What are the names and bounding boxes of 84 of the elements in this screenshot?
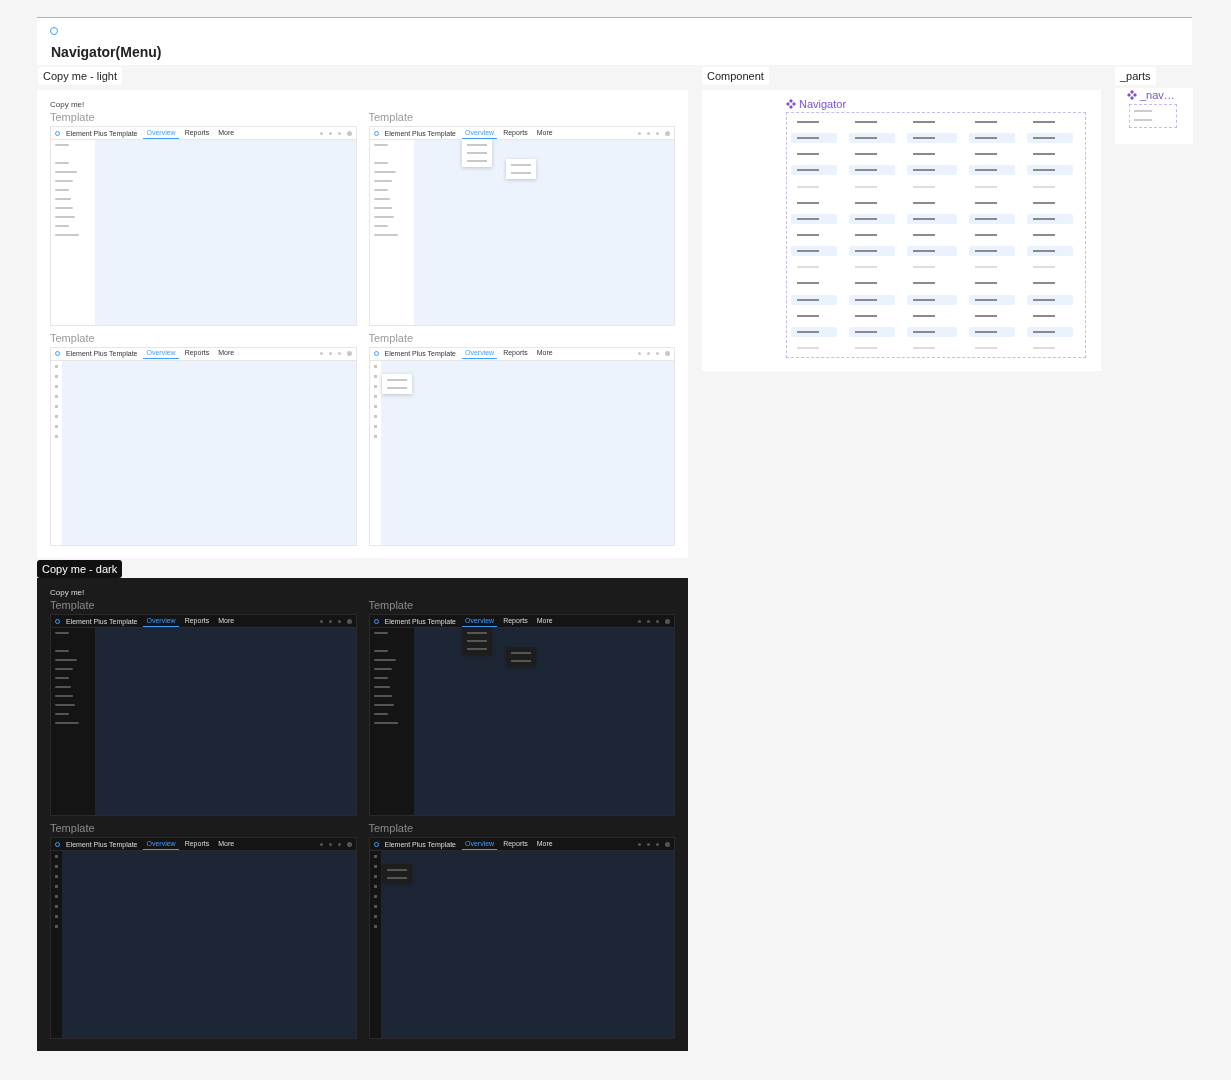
sidebar-icon[interactable] <box>373 875 377 878</box>
nav-item[interactable] <box>969 246 1015 257</box>
avatar-icon[interactable] <box>665 130 670 136</box>
nav-item[interactable] <box>791 165 837 176</box>
nav-item[interactable] <box>1027 246 1073 257</box>
nav-item[interactable] <box>849 165 895 176</box>
frame-label[interactable]: Copy me - dark <box>37 560 123 578</box>
template-title: Template <box>368 599 414 612</box>
component-icon <box>786 99 796 109</box>
template-title: Template <box>368 822 414 835</box>
nav-item[interactable] <box>849 246 895 257</box>
note-text: Copy me! <box>50 588 85 599</box>
part-preview <box>1129 104 1177 128</box>
nav-item[interactable] <box>849 133 895 144</box>
sidebar-icon[interactable] <box>373 414 377 418</box>
nav-item[interactable] <box>907 213 957 224</box>
nav-item[interactable] <box>969 133 1015 144</box>
template-title: Template <box>50 599 95 612</box>
template-title: Template <box>50 822 95 835</box>
nav-item[interactable] <box>791 246 837 257</box>
avatar-icon[interactable] <box>346 351 352 356</box>
sidebar-icon[interactable] <box>55 424 58 428</box>
sidebar-icon[interactable] <box>373 364 377 368</box>
component-icon <box>1127 90 1137 100</box>
sidebar-icon[interactable] <box>55 384 58 388</box>
nav-item[interactable] <box>849 294 895 305</box>
avatar-icon[interactable] <box>665 618 670 624</box>
avatar-icon[interactable] <box>346 841 352 847</box>
nav-item[interactable] <box>791 294 837 305</box>
nav-item[interactable] <box>969 213 1015 224</box>
avatar-icon[interactable] <box>346 618 352 624</box>
nav-item[interactable] <box>969 165 1015 176</box>
sidebar-icon[interactable] <box>373 865 377 868</box>
template-title: Template <box>368 331 414 345</box>
nav-item[interactable] <box>1027 133 1073 144</box>
nav-item[interactable] <box>907 133 957 144</box>
nav-item[interactable] <box>1027 294 1073 305</box>
nav-item[interactable] <box>907 165 957 176</box>
sidebar-icon[interactable] <box>55 394 58 398</box>
frame-label[interactable]: Copy me - light <box>38 67 122 85</box>
menu-item[interactable] <box>386 378 407 381</box>
template-title: Template <box>50 331 95 345</box>
sidebar-icon[interactable] <box>373 384 377 388</box>
frame-label[interactable]: _parts <box>1115 67 1156 85</box>
sidebar-icon[interactable] <box>55 404 58 408</box>
sidebar-icon[interactable] <box>373 915 377 918</box>
sidebar-icon[interactable] <box>373 905 377 908</box>
sidebar-icon[interactable] <box>373 855 377 858</box>
nav-item[interactable] <box>1027 213 1073 224</box>
avatar-icon[interactable] <box>665 841 670 847</box>
note-text: Copy me! <box>50 100 85 111</box>
sidebar-icon[interactable] <box>373 424 377 428</box>
nav-item[interactable] <box>791 213 837 224</box>
avatar-icon[interactable] <box>346 130 352 136</box>
sidebar-icon[interactable] <box>55 374 58 378</box>
sidebar-icon[interactable] <box>373 885 377 888</box>
component-title: Navigator <box>799 98 847 110</box>
menu-item[interactable] <box>386 386 407 389</box>
nav-item[interactable] <box>849 326 895 337</box>
sidebar-icon[interactable] <box>373 404 377 408</box>
nav-item[interactable] <box>969 326 1015 337</box>
avatar-icon[interactable] <box>665 351 670 356</box>
template-title: Template <box>50 111 95 124</box>
part-title: _nav… <box>1140 89 1175 101</box>
sidebar-icon[interactable] <box>373 374 377 378</box>
page-title: Navigator(Menu) <box>51 44 162 60</box>
nav-item[interactable] <box>1027 165 1073 176</box>
nav-item[interactable] <box>907 294 957 305</box>
frame-label[interactable]: Component <box>702 67 769 85</box>
nav-item[interactable] <box>1027 326 1073 337</box>
sidebar-icon[interactable] <box>55 434 58 438</box>
nav-item[interactable] <box>849 213 895 224</box>
sidebar-icon[interactable] <box>373 895 377 898</box>
sidebar-icon[interactable] <box>373 394 377 398</box>
sidebar-icon[interactable] <box>373 925 377 928</box>
nav-item[interactable] <box>791 326 837 337</box>
nav-item[interactable] <box>791 133 837 144</box>
sidebar-icon[interactable] <box>55 414 58 418</box>
nav-item[interactable] <box>907 326 957 337</box>
nav-item[interactable] <box>969 294 1015 305</box>
nav-item[interactable] <box>907 246 957 257</box>
sidebar-icon[interactable] <box>55 364 58 368</box>
template-title: Template <box>368 111 414 124</box>
sidebar-icon[interactable] <box>373 434 377 438</box>
